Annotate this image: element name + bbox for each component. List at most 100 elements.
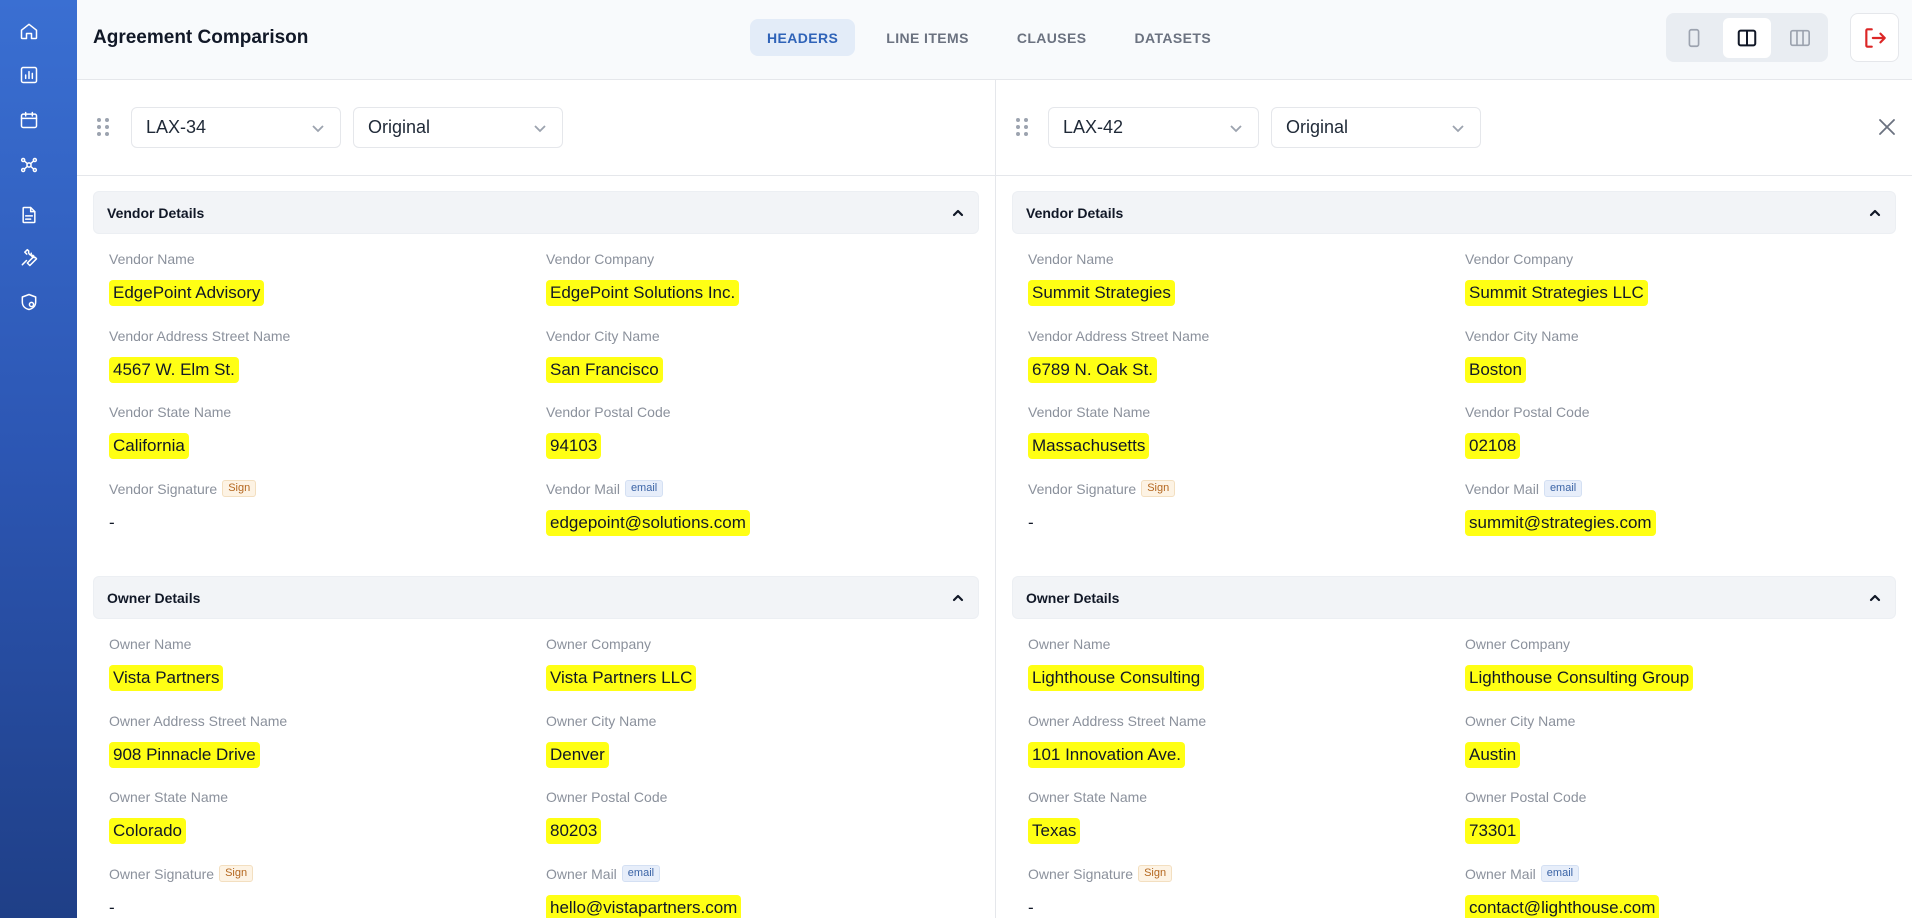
field-label: Vendor State Name — [109, 404, 232, 420]
chevron-down-icon — [310, 120, 326, 136]
tab-datasets[interactable]: DATASETS — [1118, 19, 1229, 56]
agreement-select[interactable]: LAX-34 — [131, 107, 341, 148]
field-value: Boston — [1465, 356, 1526, 383]
owner-street-field: Owner Address Street Name 908 Pinnacle Dr… — [109, 712, 546, 789]
field-value: - — [1028, 897, 1034, 917]
tab-headers[interactable]: HEADERS — [750, 19, 856, 56]
three-pane-button[interactable] — [1775, 18, 1824, 58]
field-value: hello@vistapartners.com — [546, 894, 742, 918]
field-label: Vendor Address Street Name — [1028, 327, 1210, 344]
field-label: Vendor Company — [546, 251, 655, 267]
close-icon — [1879, 119, 1895, 135]
field-label: Owner Mail email — [1465, 865, 1902, 883]
home-icon[interactable] — [17, 19, 41, 43]
chevron-down-icon — [1450, 120, 1466, 136]
field-label: Vendor Signature Sign — [1028, 480, 1465, 498]
field-label: Owner Signature Sign — [1028, 865, 1465, 883]
layout-switch — [1666, 13, 1828, 62]
vendor-state-field: Vendor State Name California — [109, 403, 546, 480]
agreement-select[interactable]: LAX-42 — [1048, 107, 1259, 148]
owner-postal-field: Owner Postal Code 80203 — [546, 788, 983, 865]
close-pane-button[interactable] — [1876, 116, 1898, 138]
owner-name-field: Owner Name Vista Partners — [109, 635, 546, 712]
owner-mail-field: Owner Mail email hello@vistapartners.com — [546, 865, 983, 918]
sign-badge: Sign — [222, 480, 257, 497]
field-value: contact@lighthouse.com — [1465, 894, 1660, 918]
vendor-signature-field: Vendor Signature Sign - — [1028, 480, 1465, 557]
field-label: Owner Company — [1465, 636, 1571, 652]
drag-handle-icon[interactable] — [1014, 116, 1030, 138]
chart-icon[interactable] — [17, 63, 41, 87]
field-value: Austin — [1465, 741, 1521, 768]
tab-line-items[interactable]: LINE ITEMS — [869, 19, 986, 56]
vendor-street-field: Vendor Address Street Name 4567 W. Elm St… — [109, 327, 546, 404]
version-select-value: Original — [368, 117, 431, 137]
field-value: 4567 W. Elm St. — [109, 356, 239, 383]
owner-name-field: Owner Name Lighthouse Consulting — [1028, 635, 1465, 712]
vendor-state-field: Vendor State Name Massachusetts — [1028, 403, 1465, 480]
network-icon[interactable] — [17, 153, 41, 177]
vendor-name-field: Vendor Name Summit Strategies — [1028, 250, 1465, 327]
vendor-details-section: Vendor Details Vendor Name EdgePoint Advi… — [93, 191, 979, 556]
section-header[interactable]: Owner Details — [1012, 576, 1896, 619]
tab-clauses[interactable]: CLAUSES — [1000, 19, 1104, 56]
field-label-text: Owner Signature — [109, 865, 215, 882]
section-title: Owner Details — [1026, 589, 1120, 606]
field-value: summit@strategies.com — [1465, 509, 1656, 536]
field-value: 02108 — [1465, 433, 1521, 459]
chevron-down-icon — [532, 120, 548, 136]
field-label-text: Owner Mail — [1465, 865, 1536, 882]
field-value: Vista Partners LLC — [546, 665, 697, 691]
shield-settings-icon[interactable] — [17, 290, 41, 314]
section-header[interactable]: Owner Details — [93, 576, 979, 619]
version-select[interactable]: Original — [1271, 107, 1481, 148]
section-title: Owner Details — [107, 589, 201, 606]
owner-details-section: Owner Details Owner Name Vista Partners O… — [93, 576, 979, 918]
field-label: Owner State Name — [109, 789, 229, 805]
section-header[interactable]: Vendor Details — [93, 191, 979, 234]
vendor-city-field: Vendor City Name San Francisco — [546, 327, 983, 404]
drag-handle-icon[interactable] — [95, 116, 111, 138]
field-value: San Francisco — [546, 356, 663, 383]
vendor-postal-field: Vendor Postal Code 94103 — [546, 403, 983, 480]
sign-badge: Sign — [1141, 480, 1176, 497]
pane-toolbar: LAX-42 Original — [996, 80, 1912, 176]
vendor-company-field: Vendor Company Summit Strategies LLC — [1465, 250, 1902, 327]
owner-company-field: Owner Company Lighthouse Consulting Group — [1465, 635, 1902, 712]
section-header[interactable]: Vendor Details — [1012, 191, 1896, 234]
calendar-icon[interactable] — [17, 108, 41, 132]
vendor-mail-field: Vendor Mail email summit@strategies.com — [1465, 480, 1902, 557]
field-value: Lighthouse Consulting Group — [1465, 665, 1694, 691]
email-badge: email — [624, 480, 664, 497]
vendor-details-section: Vendor Details Vendor Name Summit Strateg… — [1012, 191, 1896, 556]
owner-street-field: Owner Address Street Name 101 Innovation … — [1028, 712, 1465, 789]
logout-button[interactable] — [1850, 13, 1899, 62]
chevron-up-icon — [952, 209, 964, 216]
comparison-pane-left: LAX-34 Original Vendor Details Vendor Na… — [77, 80, 996, 918]
vendor-city-field: Vendor City Name Boston — [1465, 327, 1902, 404]
three-pane-icon — [1789, 29, 1810, 46]
field-label-text: Vendor Signature — [109, 480, 218, 497]
sign-badge: Sign — [219, 865, 254, 882]
wrench-icon[interactable] — [17, 246, 41, 270]
logout-icon — [1864, 27, 1886, 48]
field-value: 6789 N. Oak St. — [1028, 356, 1157, 383]
field-label: Owner Postal Code — [546, 789, 668, 805]
field-value: Summit Strategies LLC — [1465, 280, 1648, 306]
version-select[interactable]: Original — [353, 107, 563, 148]
page-title: Agreement Comparison — [93, 27, 309, 48]
field-value: 94103 — [546, 433, 602, 459]
field-label: Vendor Postal Code — [546, 404, 671, 420]
field-value: Colorado — [109, 818, 186, 844]
owner-city-field: Owner City Name Denver — [546, 712, 983, 789]
field-value: 101 Innovation Ave. — [1028, 741, 1186, 768]
agreement-select-value: LAX-42 — [1063, 117, 1124, 137]
owner-details-section: Owner Details Owner Name Lighthouse Consu… — [1012, 576, 1896, 918]
field-value: EdgePoint Solutions Inc. — [546, 280, 740, 306]
agreement-select-value: LAX-34 — [146, 117, 207, 137]
two-pane-button[interactable] — [1722, 17, 1772, 58]
single-pane-button[interactable] — [1670, 18, 1719, 58]
field-label: Owner Mail email — [546, 865, 983, 883]
document-icon[interactable] — [17, 203, 41, 227]
field-label: Vendor Name — [109, 251, 195, 267]
